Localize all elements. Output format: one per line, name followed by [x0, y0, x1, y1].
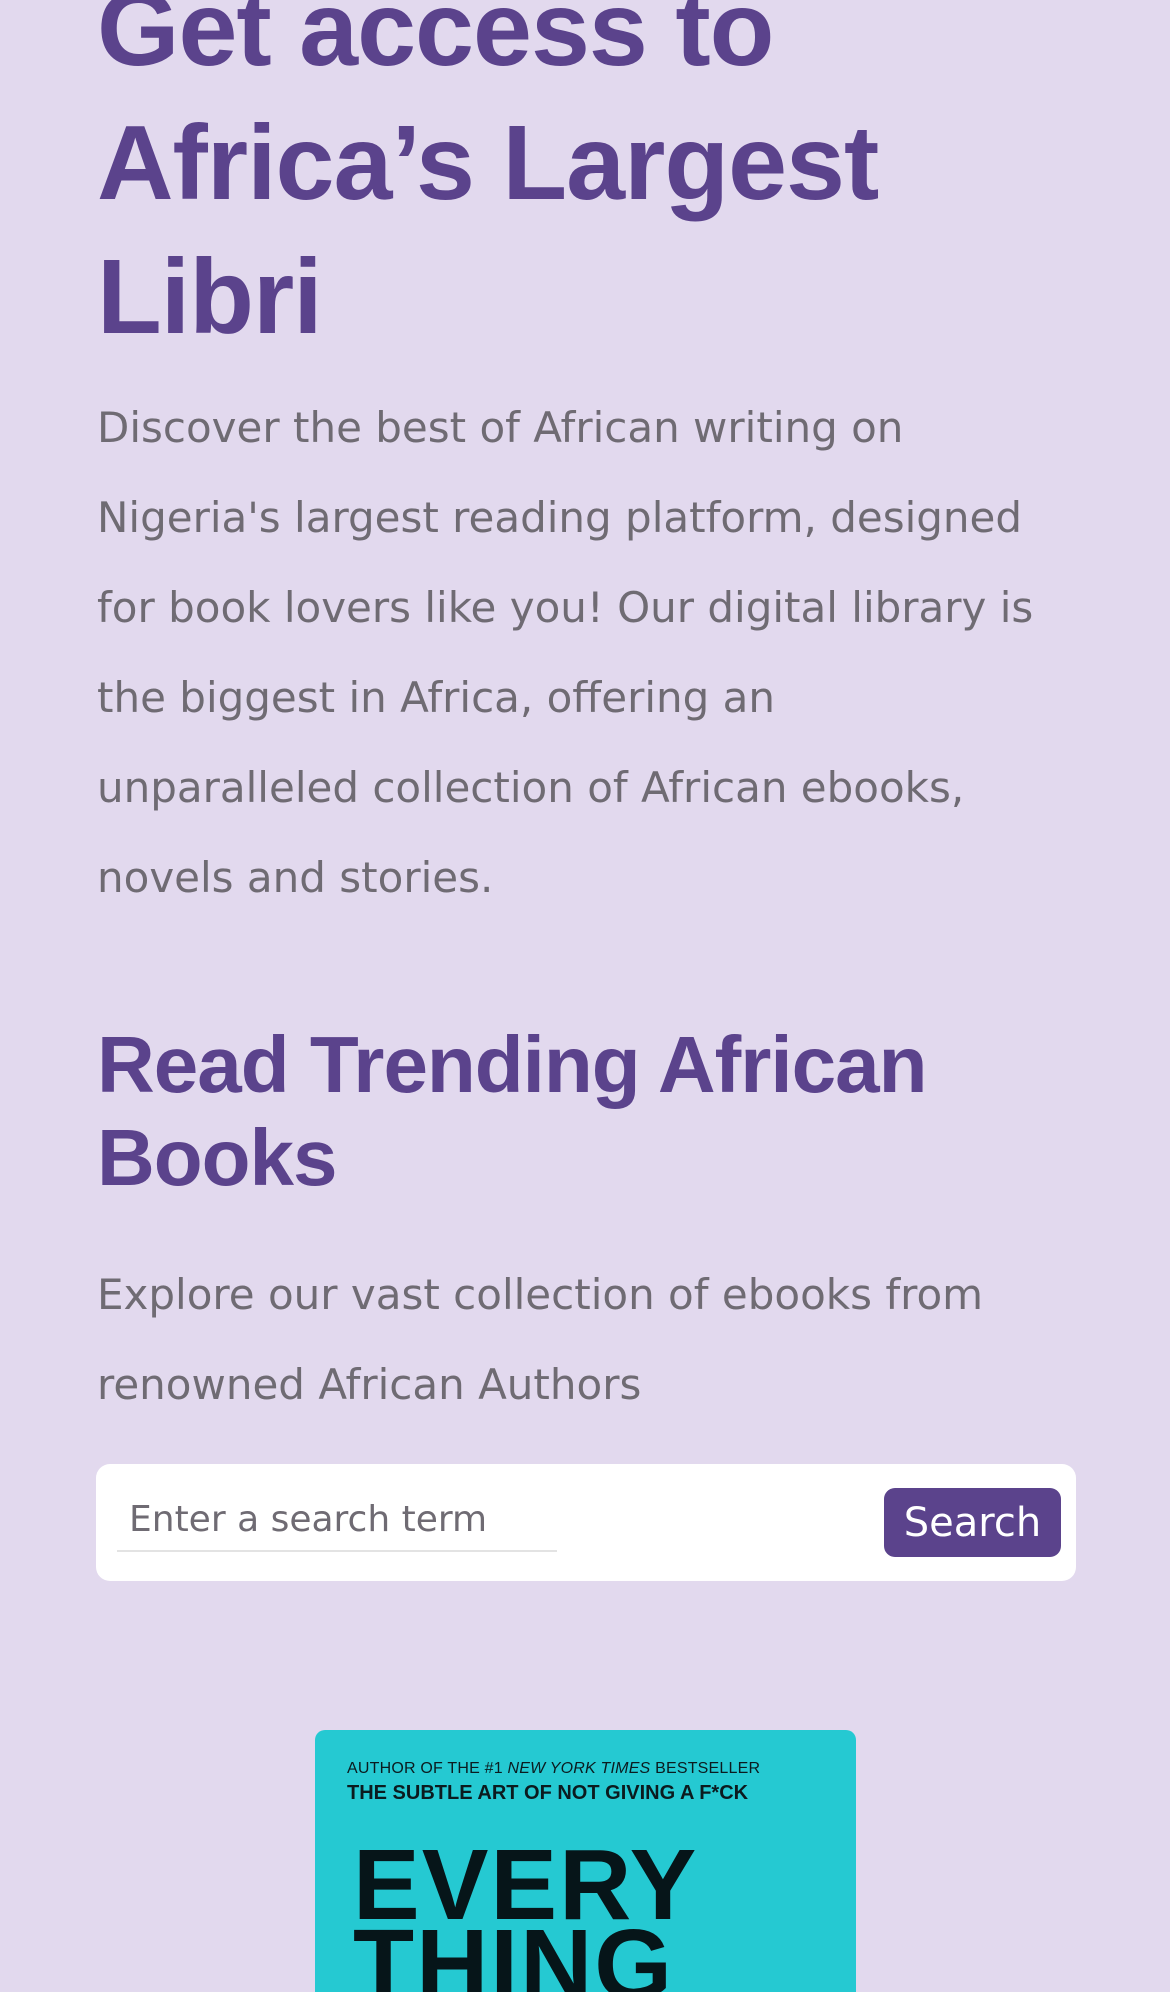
search-input[interactable]: [117, 1488, 557, 1552]
book-cover-title: EVERY THING: [353, 1829, 699, 1992]
book-cover-subtitle: THE SUBTLE ART OF NOT GIVING A F*CK: [347, 1782, 749, 1804]
trending-books-title: Read Trending African Books: [97, 1020, 928, 1202]
hero-description: Discover the best of African writing on …: [97, 403, 1034, 902]
book-cover[interactable]: AUTHOR OF THE #1 NEW YORK TIMES BESTSELL…: [315, 1730, 856, 1992]
search-button[interactable]: Search: [884, 1488, 1061, 1557]
book-cover-author-line: AUTHOR OF THE #1 NEW YORK TIMES BESTSELL…: [347, 1760, 761, 1777]
trending-books-subtitle: Explore our vast collection of ebooks fr…: [97, 1270, 984, 1409]
hero-title: Get access to Africa’s Largest Libri: [97, 0, 879, 356]
search-bar: Search: [96, 1464, 1076, 1581]
